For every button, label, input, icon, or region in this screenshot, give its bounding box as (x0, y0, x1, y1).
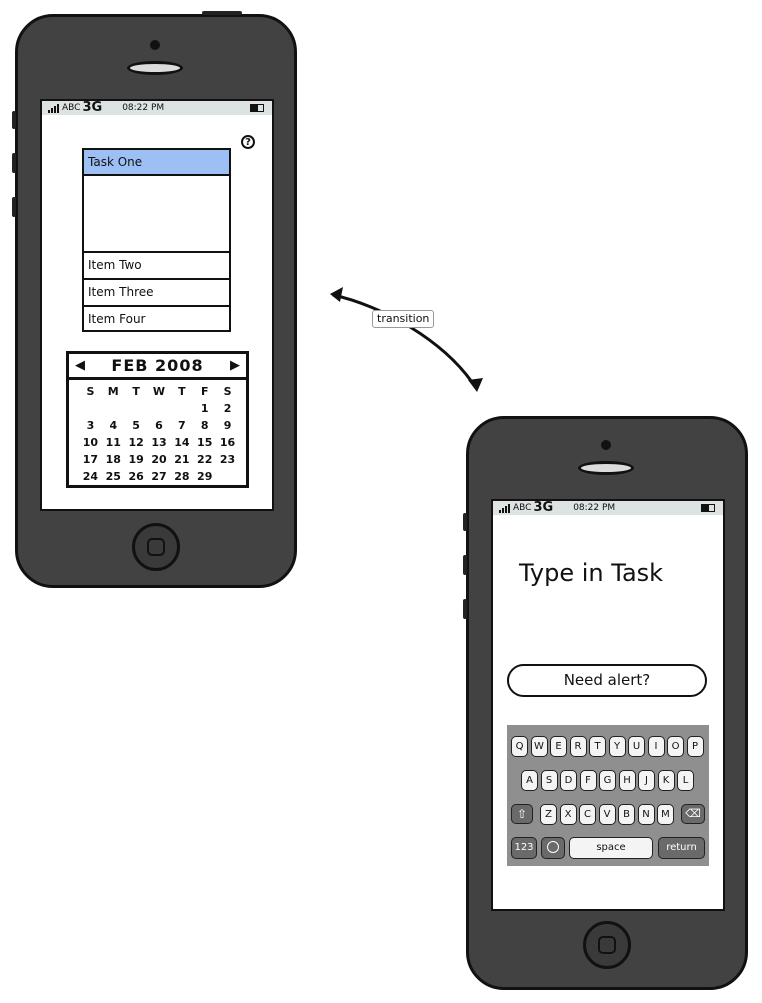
shift-key[interactable]: ⇧ (511, 804, 533, 824)
camera-icon (601, 440, 611, 450)
key-z[interactable]: Z (540, 804, 557, 825)
key-i[interactable]: I (647, 736, 665, 757)
key-a[interactable]: A (521, 770, 538, 791)
volume-up-button (463, 555, 467, 575)
need-alert-button[interactable]: Need alert? (507, 664, 707, 697)
page-title: Type in Task (519, 559, 664, 587)
return-key[interactable]: return (658, 837, 705, 859)
space-key[interactable]: space (569, 837, 653, 859)
key-k[interactable]: K (657, 770, 675, 791)
key-y[interactable]: Y (608, 736, 626, 757)
key-q[interactable]: Q (511, 736, 528, 757)
key-g[interactable]: G (599, 770, 616, 791)
backspace-key[interactable]: ⌫ (681, 804, 705, 824)
keyboard: QWERTYUIOP ASDFGHJKL ZXCVBNM ⇧ ⌫ 123 spa… (507, 725, 709, 866)
key-u[interactable]: U (628, 736, 645, 757)
key-c[interactable]: C (579, 804, 596, 825)
key-j[interactable]: J (638, 770, 655, 791)
transition-label: transition (372, 310, 435, 328)
key-p[interactable]: P (686, 736, 704, 757)
home-square-icon (598, 936, 616, 954)
key-v[interactable]: V (598, 804, 616, 825)
numbers-key[interactable]: 123 (511, 837, 537, 859)
home-button[interactable] (583, 921, 631, 969)
signal-icon (499, 503, 510, 513)
key-l[interactable]: L (677, 770, 694, 791)
globe-key[interactable] (541, 837, 565, 859)
key-r[interactable]: R (569, 736, 587, 757)
key-f[interactable]: F (579, 770, 597, 791)
mute-switch (463, 513, 467, 531)
clock: 08:22 PM (573, 503, 616, 513)
key-o[interactable]: O (667, 736, 684, 757)
right-phone: ABC 3G 08:22 PM Type in Task Need alert?… (463, 416, 748, 990)
key-m[interactable]: M (657, 804, 674, 825)
arrowhead-start (330, 287, 343, 302)
key-s[interactable]: S (540, 770, 558, 791)
key-d[interactable]: D (560, 770, 577, 791)
carrier-label: ABC (513, 503, 532, 513)
key-n[interactable]: N (637, 804, 655, 825)
battery-icon (701, 504, 715, 512)
globe-icon (547, 841, 559, 853)
speaker-grille (578, 461, 634, 475)
status-bar: ABC 3G 08:22 PM (493, 501, 723, 515)
key-t[interactable]: T (589, 736, 606, 757)
arrowhead-end (468, 378, 483, 392)
network-label: 3G (533, 500, 554, 515)
key-e[interactable]: E (550, 736, 567, 757)
key-x[interactable]: X (559, 804, 577, 825)
right-screen: ABC 3G 08:22 PM Type in Task Need alert?… (491, 499, 725, 911)
volume-down-button (463, 599, 467, 619)
key-w[interactable]: W (530, 736, 548, 757)
key-h[interactable]: H (618, 770, 636, 791)
key-b[interactable]: B (618, 804, 635, 825)
